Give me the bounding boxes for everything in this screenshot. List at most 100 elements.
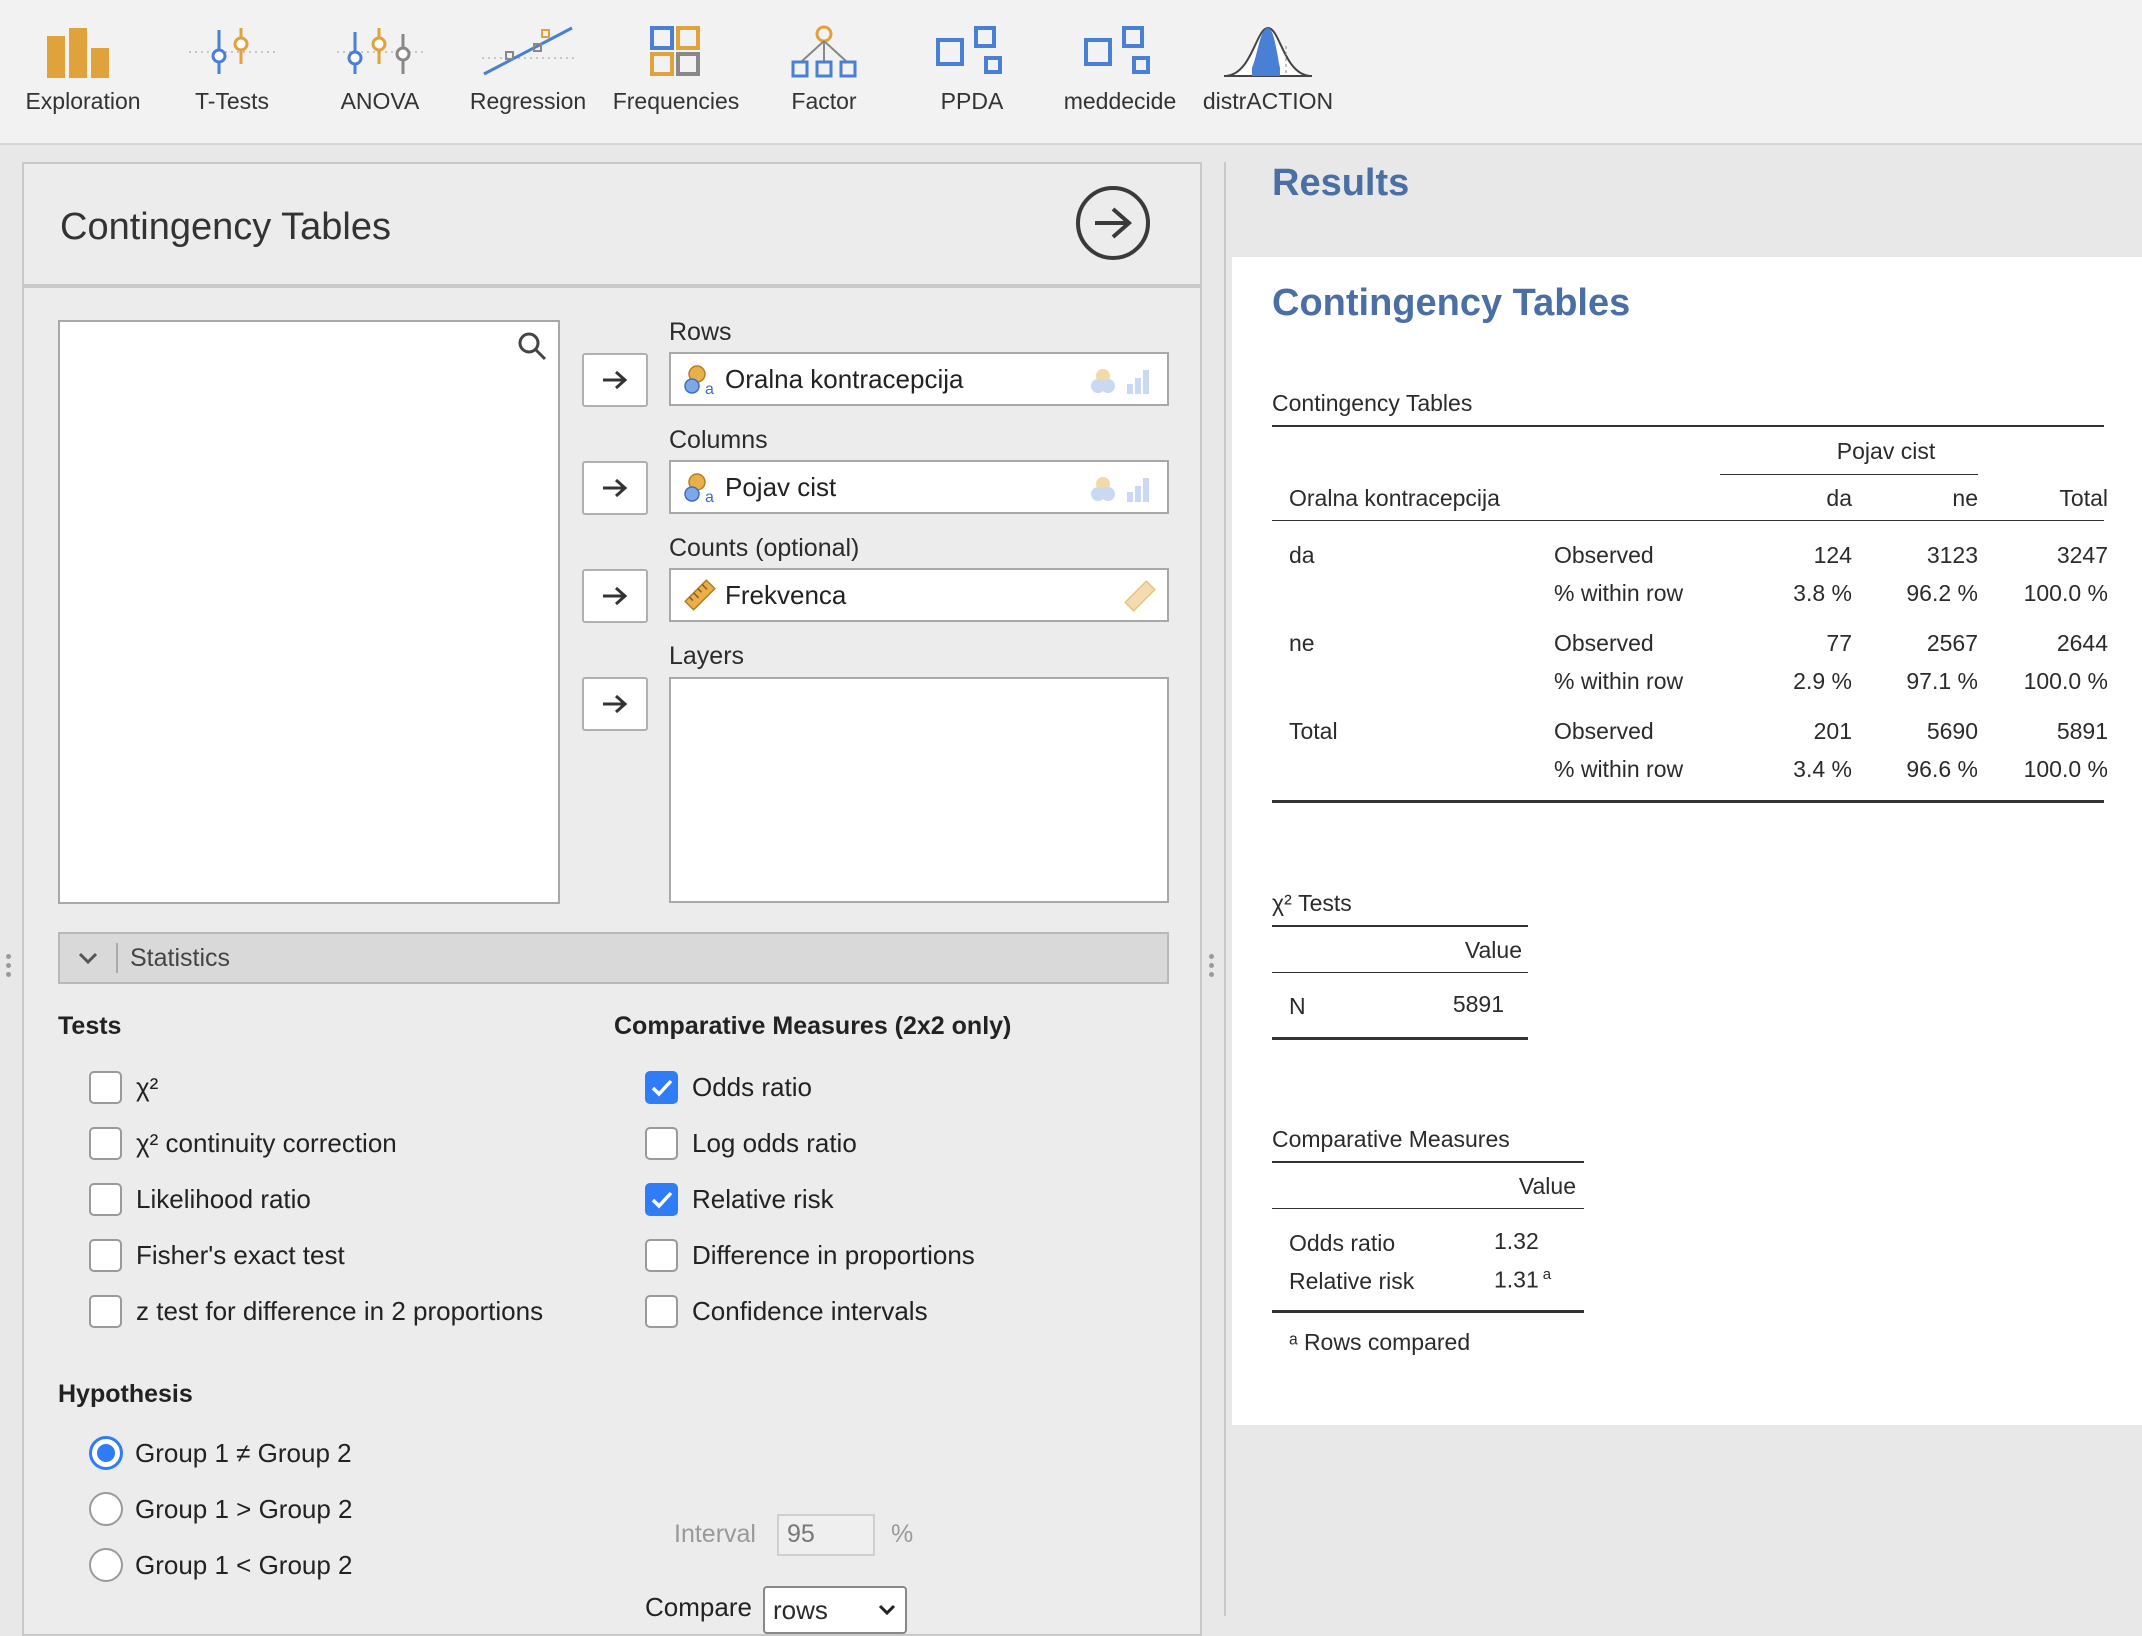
checkbox-box[interactable] [645,1127,678,1160]
column-header-da: da [1826,485,1852,511]
cell-type: % within row [1554,580,1684,606]
title-divider [24,284,1200,288]
analyses-toolbar: Exploration T-Tests ANOVA Regression Fre… [0,0,2142,145]
anova-icon [305,20,455,84]
distraction-button[interactable]: distrACTION [1193,20,1343,130]
counts-field[interactable]: Frekvenca [669,568,1169,622]
table-rule [1272,972,1528,973]
table-rule [1272,520,2104,521]
row-variable-header: Oralna kontracepcija [1289,485,1500,511]
run-analysis-button[interactable] [1076,186,1150,260]
left-splitter-handle[interactable] [6,954,12,977]
comparative-caption: Comparative Measures [1272,1126,1510,1152]
table-cell: 3.8 % [1793,580,1852,606]
relative-risk-label: Relative risk [1289,1268,1415,1294]
exploration-icon [8,20,158,84]
checkbox-box[interactable] [89,1071,122,1104]
rows-field[interactable]: a Oralna kontracepcija [669,352,1169,406]
analysis-title: Contingency Tables [60,206,391,248]
compare-select[interactable]: rows [763,1586,907,1634]
table-cell: 2.9 % [1793,668,1852,694]
radio-label: Group 1 ≠ Group 2 [135,1437,352,1468]
radio-button[interactable] [89,1492,123,1526]
checkbox-box[interactable] [645,1295,678,1328]
tests-heading: Tests [58,1012,122,1040]
counts-move-button[interactable] [582,569,648,623]
t-tests-button[interactable]: T-Tests [157,20,307,130]
table-rule [1720,474,1978,475]
footnote: ᵃ Rows compared [1289,1329,1471,1355]
relative-risk-checkbox[interactable]: Relative risk [645,1183,834,1216]
continuous-type-icon [1123,580,1157,612]
columns-field[interactable]: a Pojav cist [669,460,1169,514]
table-rule [1272,1208,1584,1209]
checkbox-box[interactable] [89,1127,122,1160]
odds-ratio-checkbox[interactable]: Odds ratio [645,1071,812,1104]
checkbox-box[interactable] [89,1239,122,1272]
columns-variable-name: Pojav cist [725,471,837,502]
chi-square-checkbox[interactable]: χ² [89,1071,158,1104]
arrow-right-icon [603,586,628,606]
column-header-total: Total [2059,485,2108,511]
compare-label: Compare [645,1592,752,1622]
fishers-exact-checkbox[interactable]: Fisher's exact test [89,1239,345,1272]
ppda-button[interactable]: PPDA [897,20,1047,130]
statistics-section-title: Statistics [130,943,231,972]
arrow-right-icon [603,478,628,498]
results-splitter-handle[interactable] [1209,954,1215,977]
exploration-button[interactable]: Exploration [8,20,158,130]
columns-move-button[interactable] [582,461,648,515]
available-variables-list[interactable] [58,320,560,904]
frequencies-button[interactable]: Frequencies [601,20,751,130]
row-label: ne [1289,630,1315,656]
rows-variable-name: Oralna kontracepcija [725,363,964,394]
difference-in-proportions-checkbox[interactable]: Difference in proportions [645,1239,975,1272]
hypothesis-less-radio[interactable]: Group 1 < Group 2 [89,1548,353,1582]
z-test-proportions-checkbox[interactable]: z test for difference in 2 proportions [89,1295,543,1328]
table-cell: 100.0 % [2023,668,2108,694]
statistics-section-header[interactable]: Statistics [58,932,1169,984]
chi-square-continuity-checkbox[interactable]: χ² continuity correction [89,1127,397,1160]
checkmark-icon [651,1079,672,1097]
layers-field[interactable] [669,677,1169,903]
chevron-down-icon [878,1604,896,1616]
table-cell: 5891 [2056,718,2108,744]
nominal-variable-icon: a [683,471,717,503]
hypothesis-not-equal-radio[interactable]: Group 1 ≠ Group 2 [89,1436,352,1470]
n-label: N [1289,993,1306,1019]
hypothesis-greater-radio[interactable]: Group 1 > Group 2 [89,1492,353,1526]
checkbox-label: Likelihood ratio [136,1184,311,1214]
confidence-intervals-checkbox[interactable]: Confidence intervals [645,1295,928,1328]
checkbox-box[interactable] [645,1239,678,1272]
likelihood-ratio-checkbox[interactable]: Likelihood ratio [89,1183,311,1216]
table-cell: 2567 [1926,630,1978,656]
checkbox-label: z test for difference in 2 proportions [136,1296,544,1326]
checkbox-box[interactable] [645,1071,678,1104]
cell-type: Observed [1554,542,1654,568]
regression-button[interactable]: Regression [453,20,603,130]
checkbox-box[interactable] [89,1183,122,1216]
interval-input[interactable]: 95 [777,1514,875,1556]
table-cell: 2644 [2056,630,2108,656]
cell-type: Observed [1554,630,1654,656]
arrow-right-icon [603,370,628,390]
cell-type: % within row [1554,668,1684,694]
counts-variable-name: Frekvenca [725,579,847,610]
radio-button[interactable] [89,1436,123,1470]
layers-move-button[interactable] [582,677,648,731]
radio-button[interactable] [89,1548,123,1582]
checkbox-label: χ² [136,1072,159,1102]
checkbox-box[interactable] [645,1183,678,1216]
checkbox-box[interactable] [89,1295,122,1328]
checkbox-label: χ² continuity correction [136,1128,397,1158]
meddecide-button[interactable]: meddecide [1045,20,1195,130]
table-rule [1272,925,1528,927]
anova-button[interactable]: ANOVA [305,20,455,130]
t-tests-icon [157,20,307,84]
chevron-down-icon [60,943,118,973]
factor-button[interactable]: Factor [749,20,899,130]
log-odds-ratio-checkbox[interactable]: Log odds ratio [645,1127,857,1160]
rows-move-button[interactable] [582,353,648,407]
search-icon[interactable] [516,330,548,367]
relative-risk-value: 1.31 a [1494,1266,1551,1294]
